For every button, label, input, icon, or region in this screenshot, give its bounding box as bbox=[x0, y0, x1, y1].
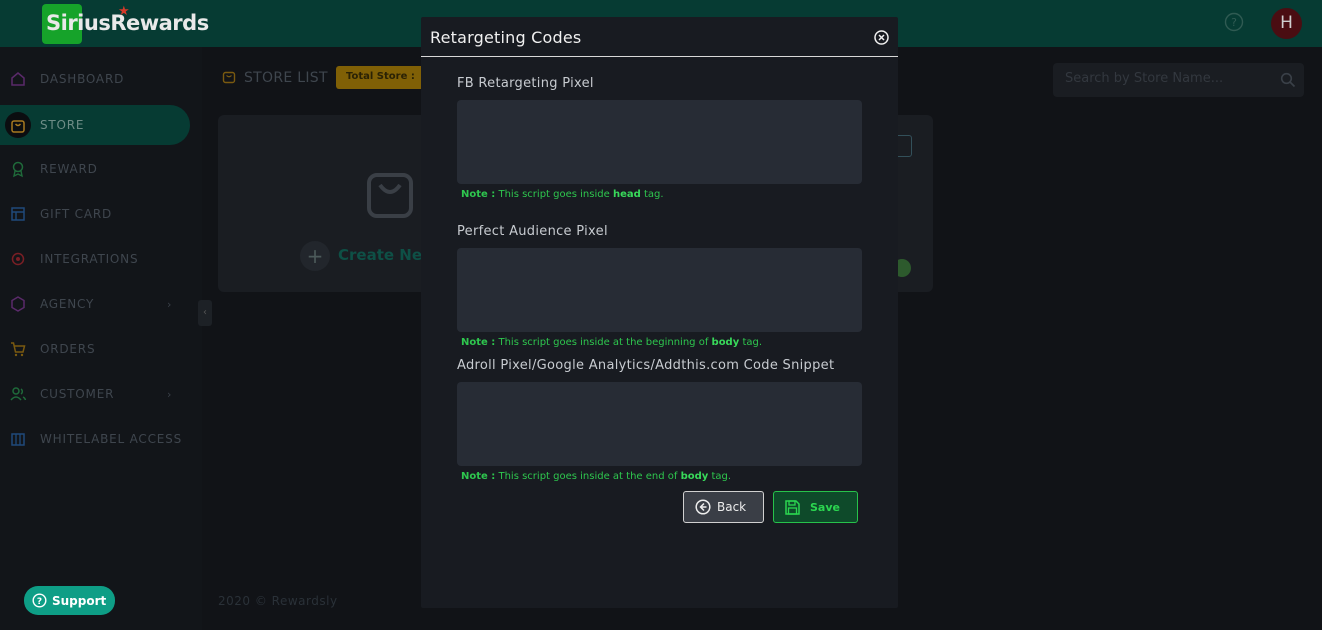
help-circle-icon: ? bbox=[32, 593, 47, 608]
note-text: This script goes inside bbox=[498, 189, 610, 200]
sidebar-collapse-toggle[interactable]: ‹ bbox=[198, 300, 212, 326]
sidebar-item-label: STORE bbox=[40, 118, 85, 132]
retargeting-codes-modal: Retargeting Codes FB Retargeting Pixel N… bbox=[421, 17, 898, 608]
sidebar-item-reward[interactable]: REWARD bbox=[0, 149, 190, 189]
sidebar-item-store[interactable]: STORE bbox=[0, 105, 190, 145]
perfect-audience-note: Note : This script goes inside at the be… bbox=[461, 337, 762, 348]
sidebar-item-label: AGENCY bbox=[40, 297, 95, 311]
cart-icon bbox=[11, 342, 26, 357]
search-input[interactable] bbox=[1065, 71, 1265, 86]
cube-icon bbox=[11, 296, 25, 312]
logo-star-icon: ★ bbox=[118, 4, 130, 19]
note-suffix: tag. bbox=[711, 471, 732, 482]
home-icon bbox=[11, 72, 25, 86]
note-key: Note : bbox=[461, 471, 496, 482]
save-label: Save bbox=[810, 500, 840, 514]
back-button[interactable]: Back bbox=[683, 491, 764, 523]
adroll-snippet-note: Note : This script goes inside at the en… bbox=[461, 471, 731, 482]
integrations-icon bbox=[11, 252, 25, 266]
create-store-plus-icon[interactable]: + bbox=[300, 241, 330, 271]
sidebar-item-label: ORDERS bbox=[40, 342, 96, 356]
bag-icon bbox=[11, 120, 25, 133]
close-icon[interactable] bbox=[873, 29, 890, 46]
modal-title: Retargeting Codes bbox=[430, 28, 582, 47]
award-icon bbox=[12, 161, 24, 178]
building-icon bbox=[11, 433, 25, 446]
bag-icon bbox=[222, 71, 236, 84]
fb-pixel-note: Note : This script goes inside head tag. bbox=[461, 189, 664, 200]
support-label: Support bbox=[52, 593, 107, 608]
adroll-snippet-label: Adroll Pixel/Google Analytics/Addthis.co… bbox=[457, 358, 835, 373]
svg-text:?: ? bbox=[37, 597, 42, 607]
sidebar-item-label: REWARD bbox=[40, 162, 98, 176]
sidebar-item-orders[interactable]: ORDERS bbox=[0, 329, 190, 369]
save-button[interactable]: Save bbox=[773, 491, 858, 523]
note-tag: body bbox=[680, 471, 709, 482]
sidebar-item-label: GIFT CARD bbox=[40, 207, 113, 221]
sidebar-item-label: INTEGRATIONS bbox=[40, 252, 139, 266]
user-avatar[interactable]: H bbox=[1271, 8, 1302, 39]
arrow-left-circle-icon bbox=[695, 499, 711, 515]
note-key: Note : bbox=[461, 189, 496, 200]
gift-card-icon bbox=[11, 207, 25, 221]
note-text: This script goes inside at the end of bbox=[498, 471, 678, 482]
users-icon bbox=[10, 387, 27, 401]
note-tag: head bbox=[612, 189, 641, 200]
note-suffix: tag. bbox=[643, 189, 664, 200]
sidebar-item-integrations[interactable]: INTEGRATIONS bbox=[0, 239, 190, 279]
sidebar-item-label: WHITELABEL ACCESS bbox=[40, 432, 182, 446]
store-search-box bbox=[1053, 63, 1304, 97]
note-text: This script goes inside at the beginning… bbox=[498, 337, 709, 348]
save-icon bbox=[785, 499, 800, 515]
sidebar-item-label: DASHBOARD bbox=[40, 72, 125, 86]
modal-header: Retargeting Codes bbox=[421, 17, 898, 57]
sidebar-item-agency[interactable]: AGENCY › bbox=[0, 284, 190, 324]
note-tag: body bbox=[711, 337, 740, 348]
svg-text:?: ? bbox=[1231, 16, 1237, 29]
chevron-right-icon: › bbox=[167, 297, 172, 311]
chevron-right-icon: › bbox=[167, 387, 172, 401]
sidebar-item-whitelabel-access[interactable]: WHITELABEL ACCESS bbox=[0, 419, 190, 459]
sidebar-item-gift-card[interactable]: GIFT CARD bbox=[0, 194, 190, 234]
adroll-snippet-textarea[interactable] bbox=[457, 382, 862, 466]
fb-pixel-label: FB Retargeting Pixel bbox=[457, 76, 594, 91]
total-store-badge: Total Store : bbox=[336, 66, 426, 89]
footer-copyright: 2020 © Rewardsly bbox=[218, 594, 338, 608]
note-key: Note : bbox=[461, 337, 496, 348]
sidebar-item-label: CUSTOMER bbox=[40, 387, 115, 401]
support-button[interactable]: ? Support bbox=[24, 586, 115, 615]
sidebar: DASHBOARD STORE REWARD GIFT CARD INTEGRA… bbox=[0, 47, 202, 630]
perfect-audience-textarea[interactable] bbox=[457, 248, 862, 332]
search-icon[interactable] bbox=[1280, 72, 1296, 88]
shopping-bag-icon bbox=[367, 173, 413, 218]
fb-pixel-textarea[interactable] bbox=[457, 100, 862, 184]
note-suffix: tag. bbox=[742, 337, 763, 348]
page-title: STORE LIST bbox=[244, 70, 328, 86]
back-label: Back bbox=[717, 500, 747, 514]
perfect-audience-label: Perfect Audience Pixel bbox=[457, 224, 608, 239]
sidebar-item-dashboard[interactable]: DASHBOARD bbox=[0, 59, 190, 99]
help-icon[interactable]: ? bbox=[1224, 12, 1244, 32]
sidebar-item-customer[interactable]: CUSTOMER › bbox=[0, 374, 190, 414]
